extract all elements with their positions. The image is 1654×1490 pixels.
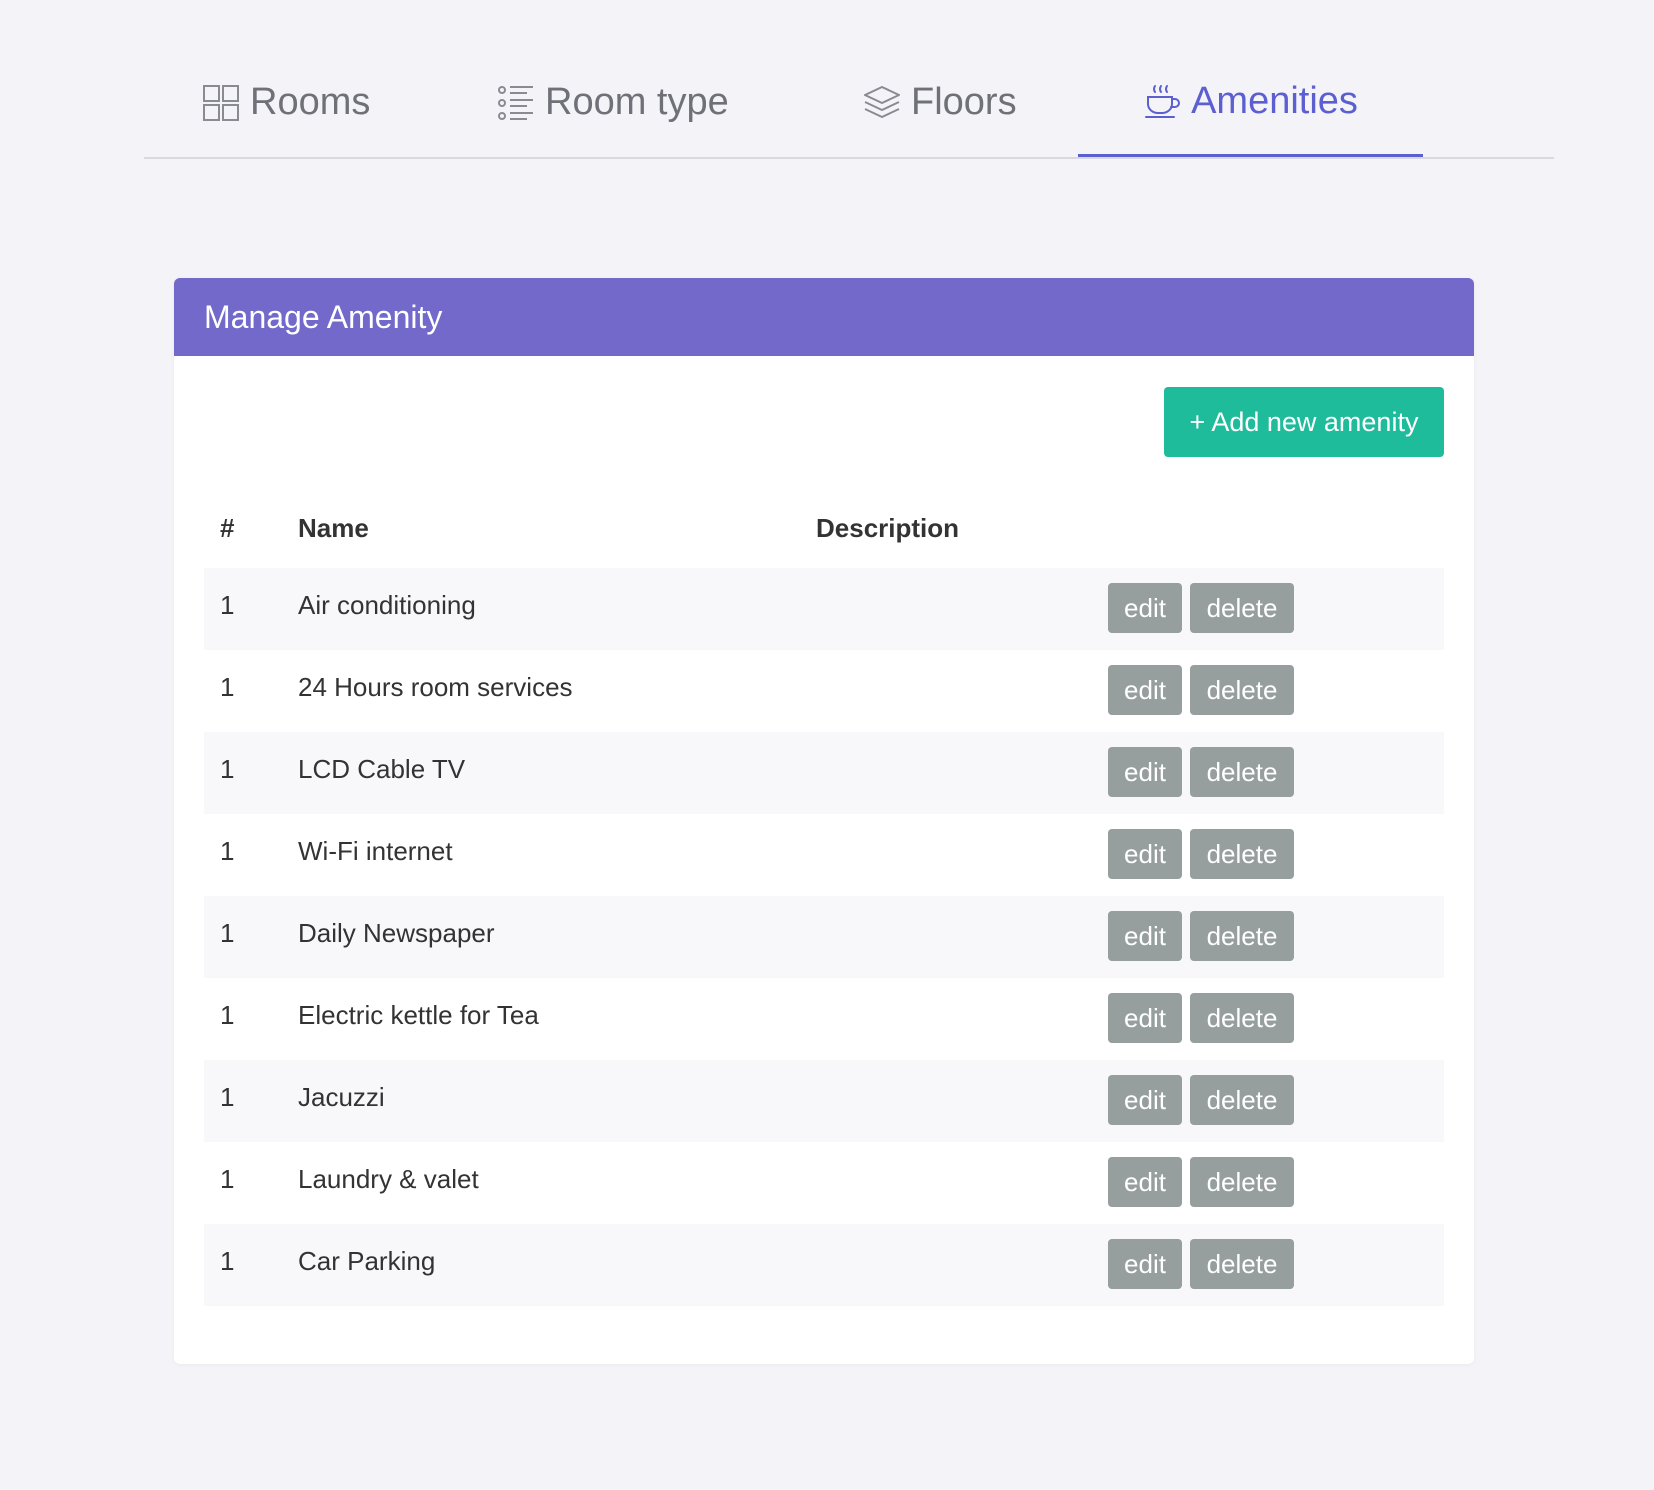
column-header-name: Name xyxy=(298,512,369,543)
edit-button[interactable]: edit xyxy=(1108,829,1182,879)
delete-button[interactable]: delete xyxy=(1190,1075,1294,1125)
table-row: 1 Wi-Fi internet edit delete xyxy=(204,814,1444,896)
edit-button[interactable]: edit xyxy=(1108,747,1182,797)
edit-button[interactable]: edit xyxy=(1108,665,1182,715)
column-header-number: # xyxy=(220,512,235,543)
delete-button[interactable]: delete xyxy=(1190,1239,1294,1289)
amenity-name: Laundry & valet xyxy=(298,1164,479,1194)
tab-label: Amenities xyxy=(1191,79,1358,122)
delete-button[interactable]: delete xyxy=(1190,665,1294,715)
layers-icon xyxy=(863,84,901,122)
row-actions: edit delete xyxy=(1108,829,1294,879)
tab-room-type[interactable]: Room type xyxy=(497,48,729,157)
row-number: 1 xyxy=(220,590,235,620)
delete-button[interactable]: delete xyxy=(1190,993,1294,1043)
amenity-name: Daily Newspaper xyxy=(298,918,495,948)
amenity-name: 24 Hours room services xyxy=(298,672,573,702)
row-actions: edit delete xyxy=(1108,665,1294,715)
row-number: 1 xyxy=(220,754,235,784)
delete-button[interactable]: delete xyxy=(1190,747,1294,797)
coffee-cup-icon xyxy=(1143,82,1181,120)
row-actions: edit delete xyxy=(1108,911,1294,961)
card-title: Manage Amenity xyxy=(174,278,1474,356)
tab-floors[interactable]: Floors xyxy=(863,48,1017,157)
edit-button[interactable]: edit xyxy=(1108,911,1182,961)
table-row: 1 Laundry & valet edit delete xyxy=(204,1142,1444,1224)
tab-rooms[interactable]: Rooms xyxy=(202,48,370,157)
tab-amenities[interactable]: Amenities xyxy=(1078,48,1423,157)
row-actions: edit delete xyxy=(1108,747,1294,797)
amenity-name: Car Parking xyxy=(298,1246,436,1276)
table-row: 1 LCD Cable TV edit delete xyxy=(204,732,1444,814)
tab-label: Floors xyxy=(911,81,1017,123)
delete-button[interactable]: delete xyxy=(1190,911,1294,961)
edit-button[interactable]: edit xyxy=(1108,1157,1182,1207)
row-number: 1 xyxy=(220,836,235,866)
delete-button[interactable]: delete xyxy=(1190,583,1294,633)
row-number: 1 xyxy=(220,1164,235,1194)
table-row: 1 Jacuzzi edit delete xyxy=(204,1060,1444,1142)
edit-button[interactable]: edit xyxy=(1108,1239,1182,1289)
amenity-name: Jacuzzi xyxy=(298,1082,385,1112)
table-header: # Name Description xyxy=(204,488,1444,568)
row-number: 1 xyxy=(220,1246,235,1276)
row-actions: edit delete xyxy=(1108,993,1294,1043)
amenity-table: # Name Description 1 Air conditioning edit… xyxy=(204,488,1444,1306)
table-row: 1 Car Parking edit delete xyxy=(204,1224,1444,1306)
row-actions: edit delete xyxy=(1108,583,1294,633)
row-number: 1 xyxy=(220,1082,235,1112)
grid-icon xyxy=(202,84,240,122)
amenity-name: Air conditioning xyxy=(298,590,476,620)
table-row: 1 24 Hours room services edit delete xyxy=(204,650,1444,732)
row-number: 1 xyxy=(220,1000,235,1030)
delete-button[interactable]: delete xyxy=(1190,829,1294,879)
table-body: 1 Air conditioning edit delete 1 24 Hours roo… xyxy=(204,568,1444,1306)
column-header-description: Description xyxy=(816,512,960,543)
add-amenity-button[interactable]: + Add new amenity xyxy=(1164,387,1444,457)
edit-button[interactable]: edit xyxy=(1108,583,1182,633)
table-row: 1 Daily Newspaper edit delete xyxy=(204,896,1444,978)
manage-amenity-card: Manage Amenity + Add new amenity # Name … xyxy=(174,278,1474,1364)
row-actions: edit delete xyxy=(1108,1075,1294,1125)
tab-bar: Rooms Room type Floors Amenities xyxy=(144,48,1554,159)
amenity-name: LCD Cable TV xyxy=(298,754,466,784)
table-row: 1 Electric kettle for Tea edit delete xyxy=(204,978,1444,1060)
row-actions: edit delete xyxy=(1108,1239,1294,1289)
row-number: 1 xyxy=(220,918,235,948)
amenity-name: Wi-Fi internet xyxy=(298,836,453,866)
edit-button[interactable]: edit xyxy=(1108,1075,1182,1125)
amenity-name: Electric kettle for Tea xyxy=(298,1000,539,1030)
row-number: 1 xyxy=(220,672,235,702)
tab-label: Room type xyxy=(545,81,729,123)
delete-button[interactable]: delete xyxy=(1190,1157,1294,1207)
table-row: 1 Air conditioning edit delete xyxy=(204,568,1444,650)
row-actions: edit delete xyxy=(1108,1157,1294,1207)
tab-label: Rooms xyxy=(250,81,371,123)
list-icon xyxy=(497,84,535,122)
edit-button[interactable]: edit xyxy=(1108,993,1182,1043)
